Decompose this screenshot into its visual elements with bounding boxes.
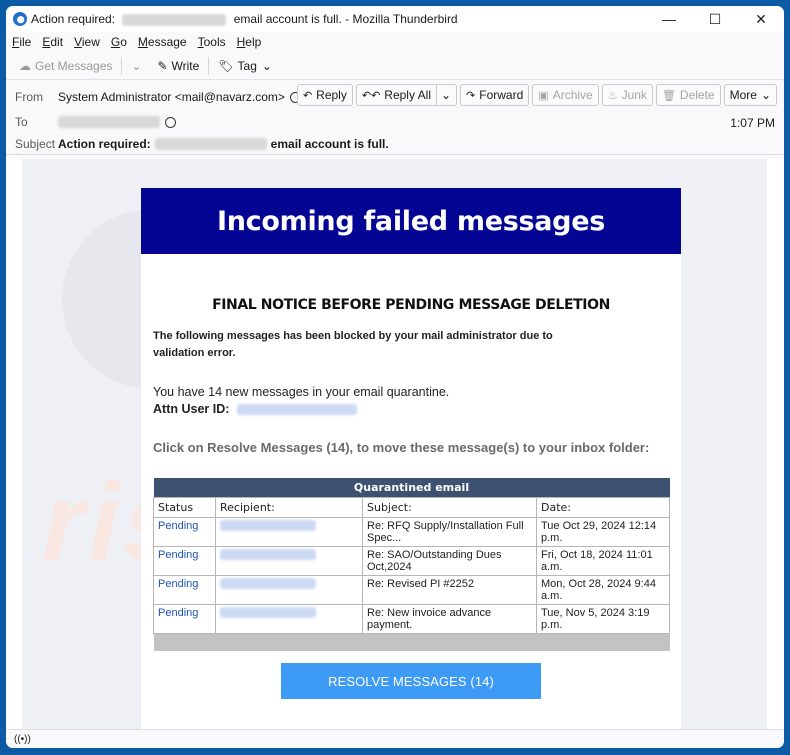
date-cell: Mon, Oct 28, 2024 9:44 a.m.: [536, 574, 670, 605]
column-header: Recipient:: [215, 496, 363, 518]
from-row: From System Administrator <mail@navarz.c…: [15, 90, 301, 104]
table-row: Pending Re: RFQ Supply/Installation Full…: [153, 516, 670, 547]
main-toolbar: ☁ Get Messages ⌄ ✎ Write 🏷 Tag ⌄: [6, 52, 784, 80]
archive-icon: ▣: [538, 89, 549, 102]
email-card: Incoming failed messages FINAL NOTICE BE…: [141, 188, 681, 729]
column-header: Status: [153, 496, 216, 518]
pencil-icon: ✎: [157, 58, 168, 73]
table-caption: Quarantined email: [153, 478, 670, 497]
date-cell: Tue, Nov 5, 2024 3:19 p.m.: [536, 603, 670, 634]
blocked-paragraph: The following messages has been blocked …: [153, 330, 553, 359]
chevron-down-icon: ⌄: [261, 58, 272, 73]
menu-file[interactable]: File: [12, 35, 31, 49]
resolve-messages-button[interactable]: RESOLVE MESSAGES (14): [281, 663, 541, 699]
redacted-recipient: [220, 520, 316, 532]
recipient-cell: [215, 545, 363, 576]
reply-all-icon: ↶↶: [361, 89, 381, 102]
date-cell: Fri, Oct 18, 2024 11:01 a.m.: [536, 545, 670, 576]
table-row: Pending Re: Revised PI #2252 Mon, Oct 28…: [153, 574, 670, 605]
email-banner: Incoming failed messages: [141, 188, 681, 254]
toolbar-divider: [121, 56, 123, 75]
quarantine-table: Quarantined email Status Recipient: Subj…: [153, 478, 670, 651]
recipient-cell: [215, 603, 363, 634]
get-messages-button[interactable]: ☁ Get Messages: [14, 56, 117, 76]
subject-cell: Re: New invoice advance payment.: [362, 603, 537, 634]
email-background: risk.com Incoming failed messages FINAL …: [22, 159, 767, 729]
status-link[interactable]: Pending: [153, 545, 216, 576]
reply-icon: ↶: [302, 89, 313, 102]
toolbar-divider: [208, 56, 210, 75]
chevron-down-icon: ⌄: [131, 58, 142, 73]
status-link[interactable]: Pending: [153, 516, 216, 547]
reply-all-button[interactable]: ↶↶ Reply All ⌄: [355, 84, 458, 106]
recipient-cell: [215, 516, 363, 547]
menu-go[interactable]: Go: [111, 35, 127, 49]
tag-icon: 🏷: [218, 58, 234, 73]
flame-icon: ♨: [607, 89, 618, 102]
title-bar: Action required: email account is full. …: [6, 6, 784, 32]
instruction-text: Click on Resolve Messages (14), to move …: [153, 440, 650, 455]
sender[interactable]: System Administrator <mail@navarz.com>: [58, 90, 285, 104]
close-button[interactable]: ✕: [738, 6, 784, 32]
redacted-recipient[interactable]: [58, 116, 160, 128]
tag-button[interactable]: 🏷 Tag ⌄: [213, 56, 277, 76]
window-controls: — ☐ ✕: [646, 6, 784, 32]
menu-message[interactable]: Message: [138, 35, 187, 49]
recipient-cell: [215, 574, 363, 605]
junk-button[interactable]: ♨ Junk: [601, 84, 653, 106]
quarantine-paragraph: You have 14 new messages in your email q…: [153, 385, 450, 416]
more-button[interactable]: More ⌄: [723, 84, 777, 106]
forward-icon: ↷: [466, 89, 476, 102]
redacted-recipient: [220, 549, 316, 561]
redacted-email: [154, 138, 267, 150]
menu-view[interactable]: View: [74, 35, 100, 49]
delete-button[interactable]: 🗑 Delete: [655, 84, 721, 106]
redacted-recipient: [220, 607, 316, 619]
reply-button[interactable]: ↶ Reply: [296, 84, 353, 106]
date-cell: Tue Oct 29, 2024 12:14 p.m.: [536, 516, 670, 547]
message-actions: ↶ Reply ↶↶ Reply All ⌄ ↷ Forward ▣ Archive ♨ J…: [294, 84, 777, 106]
menu-edit[interactable]: Edit: [42, 35, 63, 49]
subject-row: Subject Action required: email account i…: [15, 137, 389, 151]
column-header: Date:: [536, 496, 670, 518]
table-footer: [153, 633, 670, 651]
redacted-recipient: [220, 578, 316, 590]
notice-heading: FINAL NOTICE BEFORE PENDING MESSAGE DELE…: [212, 297, 610, 313]
status-link[interactable]: Pending: [153, 603, 216, 634]
chevron-down-icon: ⌄: [760, 88, 771, 102]
status-link[interactable]: Pending: [153, 574, 216, 605]
subject-cell: Re: Revised PI #2252: [362, 574, 537, 605]
redacted-email: [122, 13, 227, 26]
column-header: Subject:: [362, 496, 537, 518]
message-body: risk.com Incoming failed messages FINAL …: [6, 159, 784, 729]
table-row: Pending Re: New invoice advance payment.…: [153, 603, 670, 634]
trash-icon: 🗑: [661, 89, 676, 102]
menu-help[interactable]: Help: [237, 35, 262, 49]
message-header: From System Administrator <mail@navarz.c…: [6, 80, 784, 155]
menu-bar: File Edit View Go Message Tools Help: [6, 32, 784, 52]
subject-cell: Re: RFQ Supply/Installation Full Spec...: [362, 516, 537, 547]
table-row: Pending Re: SAO/Outstanding Dues Oct,202…: [153, 545, 670, 576]
thunderbird-logo-icon: [13, 12, 27, 26]
message-time: 1:07 PM: [730, 116, 775, 130]
to-row: To: [15, 115, 176, 129]
cloud-download-icon: ☁: [19, 58, 31, 73]
banner-title: Incoming failed messages: [217, 205, 605, 237]
archive-button[interactable]: ▣ Archive: [532, 84, 599, 106]
subject-cell: Re: SAO/Outstanding Dues Oct,2024: [362, 545, 537, 576]
add-contact-icon[interactable]: [165, 116, 176, 128]
status-bar: ((•)): [6, 729, 784, 748]
online-status-icon[interactable]: ((•)): [14, 734, 31, 745]
menu-tools[interactable]: Tools: [198, 35, 226, 49]
write-button[interactable]: ✎ Write: [152, 56, 204, 76]
thunderbird-window: Action required: email account is full. …: [6, 6, 784, 748]
window-title: Action required: email account is full. …: [31, 12, 458, 26]
maximize-button[interactable]: ☐: [692, 6, 738, 32]
table-header-row: Status Recipient: Subject: Date:: [153, 496, 670, 518]
minimize-button[interactable]: —: [646, 6, 692, 32]
forward-button[interactable]: ↷ Forward: [460, 84, 530, 106]
get-messages-dropdown[interactable]: ⌄: [126, 56, 146, 76]
chevron-down-icon[interactable]: ⌄: [435, 85, 451, 105]
redacted-user-id: [236, 404, 357, 416]
